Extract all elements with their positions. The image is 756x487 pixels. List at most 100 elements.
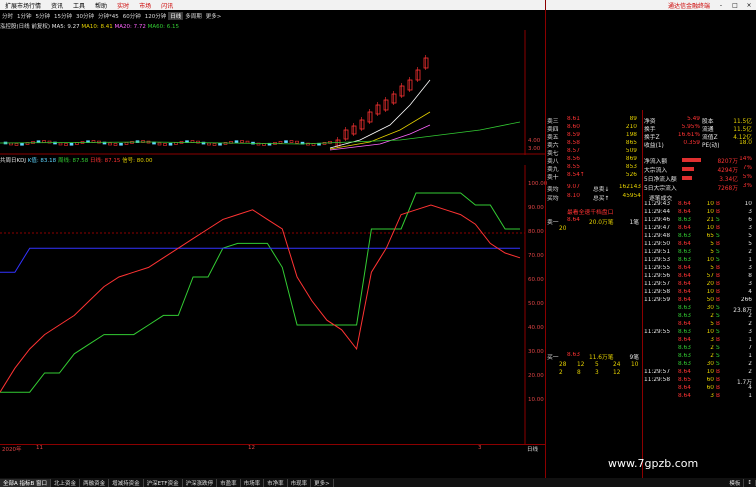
tick-flag: S	[716, 305, 720, 311]
fund-pct: 14%	[739, 156, 752, 162]
period-tab-4[interactable]: 30分钟	[74, 12, 96, 20]
tick-row[interactable]: 11:29:58 8.64 10 B 4	[644, 289, 754, 297]
bottom-right-0[interactable]: 模板	[726, 478, 745, 487]
bottom-tab-5[interactable]: 沪深涨跌停	[183, 478, 218, 487]
stat-key2: 流通	[702, 127, 714, 132]
kdj-legend: 共周日KDJ K值: 83.18 周线: 87.58 日线: 87.15 信号:…	[0, 156, 430, 165]
tick-row[interactable]: 11:29:51 8.63 5 S 2	[644, 249, 754, 257]
tick-price: 8.64	[678, 281, 691, 287]
fund-label: 大宗流入	[644, 168, 668, 173]
tick-row[interactable]: 8.64 3 B 1	[644, 393, 754, 401]
kline-chart[interactable]	[0, 30, 545, 155]
tick-row[interactable]: 11:29:57 8.64 20 B 3	[644, 281, 754, 289]
sell-row[interactable]: 卖五 8.59 198	[547, 132, 642, 140]
tick-row[interactable]: 8.64 3 B 1	[644, 337, 754, 345]
menu-item-realtime[interactable]: 实时	[112, 1, 134, 10]
tick-vol: 5	[710, 249, 714, 255]
period-tab-9[interactable]: 多周期	[183, 12, 204, 20]
kdj-chart[interactable]	[0, 165, 545, 445]
tick-row[interactable]: 11:29:50 8.64 5 B 5	[644, 241, 754, 249]
period-tab-0[interactable]: 分时	[0, 12, 15, 20]
sell-row[interactable]: 卖十 8.54↑ 526	[547, 172, 642, 180]
bottom-tab-1[interactable]: 北上资金	[51, 478, 81, 487]
tick-time: 11:29:58	[644, 289, 671, 295]
tick-count: 1.7万	[736, 380, 752, 385]
tick-row[interactable]: 8.63 30 S 23.8万	[644, 305, 754, 313]
tick-row[interactable]: 11:29:53 8.63 10 S 1	[644, 257, 754, 265]
sell-row[interactable]: 卖四 8.60 210	[547, 124, 642, 132]
bottom-tab-8[interactable]: 市净率	[264, 478, 288, 487]
tick-time	[644, 345, 678, 353]
sell-label: 卖七	[547, 151, 559, 156]
tick-row[interactable]: 11:29:59 8.64 50 B 266	[644, 297, 754, 305]
menu-item-market[interactable]: 市场	[134, 1, 156, 10]
tick-price: 8.63	[678, 217, 691, 223]
tick-vol: 21	[706, 217, 714, 223]
period-tab-1[interactable]: 1分钟	[15, 12, 34, 20]
sell-row[interactable]: 卖三 8.61 89	[547, 116, 642, 124]
queue-grid-cell: 12	[577, 362, 585, 368]
fund-value: 7268万	[717, 186, 738, 191]
bottom-tab-2[interactable]: 两融资金	[80, 478, 110, 487]
stat-key2: PE(动)	[702, 143, 720, 148]
menu-item-help[interactable]: 帮助	[90, 1, 112, 10]
tick-time	[644, 385, 678, 393]
tick-row[interactable]: 11:29:55 8.63 10 S 3	[644, 329, 754, 337]
tick-row[interactable]: 11:29:43 8.64 10 B 10	[644, 201, 754, 209]
period-tab-7[interactable]: 120分钟	[143, 12, 169, 20]
sell-row[interactable]: 卖八 8.56 869	[547, 156, 642, 164]
bottom-tab-4[interactable]: 沪深ETF资金	[144, 478, 183, 487]
queue-grid-cell: 3	[595, 370, 599, 376]
bottom-tab-3[interactable]: 增减持资金	[109, 478, 144, 487]
tick-row[interactable]: 8.63 2 S 1	[644, 353, 754, 361]
tick-row[interactable]: 8.63 30 S 2	[644, 361, 754, 369]
bottom-tab-7[interactable]: 市场率	[241, 478, 265, 487]
tick-row[interactable]: 11:29:46 8.63 21 S 6	[644, 217, 754, 225]
tick-row[interactable]: 11:29:44 8.64 10 B 3	[644, 209, 754, 217]
tick-row[interactable]: 8.63 2 S 7	[644, 345, 754, 353]
kdj-title: 共周日KDJ	[0, 158, 26, 164]
queue-first-vol: 20.0万笔	[589, 220, 614, 225]
period-tab-6[interactable]: 60分钟	[121, 12, 143, 20]
tick-row[interactable]: 11:29:58 8.65 60 B 1.7万	[644, 377, 754, 385]
menu-item-ext-market[interactable]: 扩展市场行情	[0, 1, 46, 10]
tick-row[interactable]: 8.63 2 S 2	[644, 313, 754, 321]
kline-candle	[245, 140, 250, 144]
sell-vol: 210	[625, 124, 637, 130]
sell-label: 卖三	[547, 119, 559, 124]
sell-row[interactable]: 卖七 8.57 509	[547, 148, 642, 156]
tick-row[interactable]: 11:29:55 8.64 5 B 3	[644, 265, 754, 273]
kdj-k-line	[0, 192, 520, 393]
fund-row: 5日大宗流入 7268万 3%	[644, 183, 754, 191]
fund-bar-fill	[682, 167, 694, 171]
period-tab-3[interactable]: 15分钟	[52, 12, 74, 20]
sell-row[interactable]: 卖六 8.58 865	[547, 140, 642, 148]
right-axis-label: 日线	[527, 447, 539, 453]
menu-item-tools[interactable]: 工具	[68, 1, 90, 10]
period-tab-10[interactable]: 更多>	[204, 12, 224, 20]
tick-row[interactable]: 11:29:48 8.63 65 S 5	[644, 233, 754, 241]
menu-item-news[interactable]: 资讯	[46, 1, 68, 10]
tick-time	[644, 361, 678, 369]
tick-row[interactable]: 11:29:56 8.64 57 B 8	[644, 273, 754, 281]
bottom-right-1[interactable]: ↕	[744, 479, 756, 486]
sell-row[interactable]: 卖九 8.55 853	[547, 164, 642, 172]
tick-row[interactable]: 8.64 60 B 4	[644, 385, 754, 393]
period-tab-5[interactable]: 分钟*45	[96, 12, 121, 20]
tick-flag: B	[716, 369, 720, 375]
tick-vol: 20	[706, 281, 714, 287]
period-tab-8[interactable]: 日线	[168, 12, 184, 20]
stat-value: 5.49	[687, 116, 700, 122]
period-tab-2[interactable]: 5分钟	[34, 12, 53, 20]
bottom-tab-6[interactable]: 市盈率	[217, 478, 241, 487]
queue-header[interactable]: 最看全速千档盘口	[567, 207, 613, 216]
tick-row[interactable]: 8.64 5 B 2	[644, 321, 754, 329]
tick-row[interactable]: 11:29:57 8.64 10 B 2	[644, 369, 754, 377]
tick-row[interactable]: 11:29:47 8.64 10 B 3	[644, 225, 754, 233]
bottom-tab-9[interactable]: 市现率	[288, 478, 312, 487]
bottom-tab-10[interactable]: 更多>	[311, 478, 334, 487]
kline-candle	[113, 143, 118, 146]
kline-candles	[3, 55, 429, 148]
menu-item-flash[interactable]: 闪讯	[156, 1, 178, 10]
bottom-tab-0[interactable]: 全部A 指标B 窗口	[0, 478, 52, 487]
